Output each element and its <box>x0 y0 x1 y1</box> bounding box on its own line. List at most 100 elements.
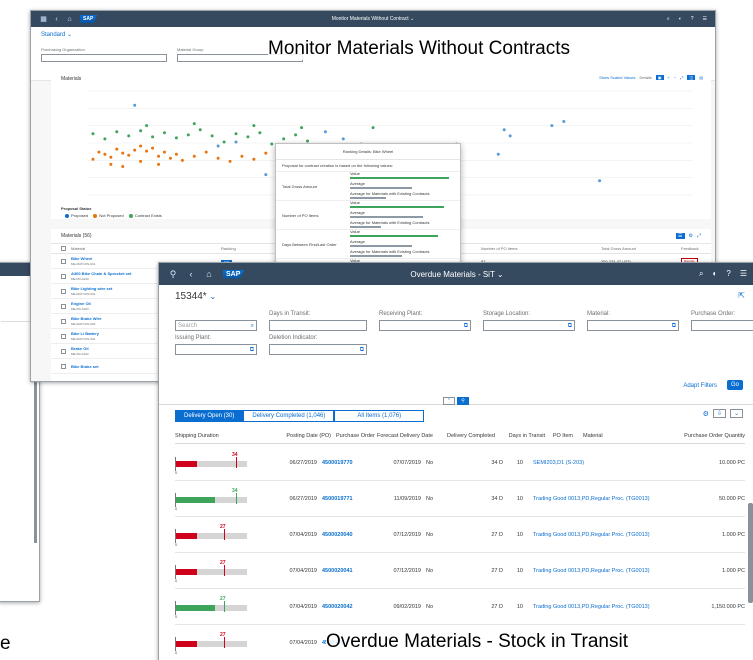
scatter-point-not-proposed[interactable] <box>121 151 125 155</box>
sap-logo[interactable]: SAP <box>80 15 98 23</box>
scatter-point-proposed[interactable] <box>502 128 506 132</box>
value-help-icon[interactable]: ⧉ <box>464 321 468 331</box>
export-icon[interactable]: ⇩ <box>712 409 726 418</box>
scatter-point-not-proposed[interactable] <box>192 154 196 158</box>
variant-selector[interactable]: 15344* ⌄ <box>175 291 745 302</box>
back-icon[interactable]: ‹ <box>52 15 61 24</box>
home-icon[interactable]: ⌂ <box>65 15 74 24</box>
search-icon[interactable]: ⌕ <box>699 269 703 279</box>
scatter-point-not-proposed[interactable] <box>145 149 149 153</box>
scatter-point-proposed[interactable] <box>216 144 220 148</box>
variant-selector[interactable]: Standard ⌄ <box>41 31 705 38</box>
scatter-point-not-proposed[interactable] <box>252 157 256 161</box>
scatter-point-proposed[interactable] <box>562 120 566 124</box>
scatter-point-not-proposed[interactable] <box>121 164 125 168</box>
zoom-out-icon[interactable]: − <box>674 75 676 80</box>
scatter-point-contract[interactable] <box>103 137 107 141</box>
fullscreen-icon[interactable]: ⤢ <box>680 75 683 80</box>
scatter-point-contract[interactable] <box>145 124 149 128</box>
scatter-point-not-proposed[interactable] <box>139 159 143 163</box>
adapt-filters-button[interactable]: Adapt Filters <box>683 383 717 389</box>
table-row[interactable]: 27 0 07/04/2019 4500020042 09/02/2019 No 27 D 1… <box>175 589 745 625</box>
scatter-point-proposed[interactable] <box>234 140 238 144</box>
scatter-point-proposed[interactable] <box>264 173 268 177</box>
scatter-point-not-proposed[interactable] <box>157 154 161 158</box>
material-link[interactable]: Trading Good 0013,PD,Regular Proc. (TG00… <box>523 568 669 574</box>
scatter-point-contract[interactable] <box>246 135 250 139</box>
scatter-point-contract[interactable] <box>115 130 119 134</box>
purchase-order-link[interactable]: 4500020040 <box>317 532 369 538</box>
value-help-icon[interactable]: ⧉ <box>250 345 254 355</box>
search-icon[interactable]: ⌕ <box>667 16 670 22</box>
scatter-point-proposed[interactable] <box>508 134 512 138</box>
app-title[interactable]: Overdue Materials - SiT ⌄ <box>159 270 753 279</box>
settings-icon[interactable]: ⚙ <box>703 410 709 418</box>
issuing-plant-input[interactable]: ⧉ <box>175 344 257 355</box>
scatter-point-not-proposed[interactable] <box>127 153 131 157</box>
user-icon[interactable]: ⚲ <box>167 268 179 280</box>
zoom-in-icon[interactable]: + <box>668 75 670 80</box>
scatter-point-not-proposed[interactable] <box>157 162 161 166</box>
scatter-point-not-proposed[interactable] <box>115 147 119 151</box>
scatter-point-contract[interactable] <box>222 140 226 144</box>
scatter-point-proposed[interactable] <box>496 152 500 156</box>
chart-view-icon[interactable]: ◫ <box>687 75 696 80</box>
help-icon[interactable]: ? <box>691 16 694 22</box>
purchase-order-link[interactable]: 4500020041 <box>317 568 369 574</box>
select-all-checkbox[interactable] <box>61 246 66 251</box>
scatter-point-contract[interactable] <box>192 122 196 126</box>
storage-location-input[interactable]: ⧉ <box>483 320 575 331</box>
row-checkbox[interactable] <box>61 258 66 264</box>
show-scaled-values[interactable]: Show Scaled Values <box>599 75 635 80</box>
sap-logo[interactable]: SAP <box>223 269 245 279</box>
scatter-point-contract[interactable] <box>151 135 155 139</box>
scrollbar[interactable] <box>748 503 753 603</box>
scatter-point-contract[interactable] <box>306 139 310 143</box>
table-row[interactable]: 34 0 06/27/2019 4500019770 07/07/2019 No 34 D 1… <box>175 445 745 481</box>
go-button[interactable]: Go <box>726 380 743 390</box>
scatter-point-contract[interactable] <box>234 132 238 136</box>
scatter-point-contract[interactable] <box>127 134 131 138</box>
scatter-point-contract[interactable] <box>270 142 274 146</box>
scatter-point-proposed[interactable] <box>550 124 554 128</box>
value-help-icon[interactable]: ⧉ <box>568 321 572 331</box>
scatter-point-contract[interactable] <box>210 134 214 138</box>
scatter-point-contract[interactable] <box>186 133 190 137</box>
user-icon[interactable]: ☰ <box>703 16 707 22</box>
notifications-icon[interactable]: ◐ <box>713 269 718 279</box>
scatter-point-contract[interactable] <box>139 129 143 133</box>
tab-delivery-open[interactable]: Delivery Open (30) <box>175 410 244 422</box>
scatter-point-not-proposed[interactable] <box>133 148 137 152</box>
material-link[interactable]: Trading Good 0013,PD,Regular Proc. (TG00… <box>523 532 669 538</box>
scatter-point-not-proposed[interactable] <box>91 157 95 161</box>
row-checkbox[interactable] <box>61 273 66 279</box>
scatter-point-contract[interactable] <box>282 137 286 141</box>
menu-icon[interactable]: ☰ <box>740 269 747 279</box>
scatter-point-proposed[interactable] <box>341 137 345 141</box>
scatter-point-contract[interactable] <box>91 132 95 136</box>
purchase-order-link[interactable]: 4500019771 <box>317 496 369 502</box>
scatter-point-not-proposed[interactable] <box>151 146 155 150</box>
scatter-point-contract[interactable] <box>252 124 256 128</box>
home-icon[interactable]: ⌂ <box>203 268 215 280</box>
export-dropdown-icon[interactable]: ⌄ <box>729 409 743 418</box>
scatter-point-proposed[interactable] <box>133 103 137 107</box>
row-checkbox[interactable] <box>61 303 66 309</box>
days-in-transit-input[interactable] <box>269 320 367 331</box>
row-checkbox[interactable] <box>61 348 66 354</box>
row-checkbox[interactable] <box>61 363 66 369</box>
purchase-order-input[interactable]: ⧉ <box>691 320 753 331</box>
details-button[interactable]: Details <box>640 75 652 80</box>
scatter-point-contract[interactable] <box>174 136 178 140</box>
row-checkbox[interactable] <box>61 333 66 339</box>
table-view-icon[interactable]: ▤ <box>699 75 703 80</box>
scrollbar[interactable] <box>34 363 37 543</box>
scatter-point-not-proposed[interactable] <box>204 150 208 154</box>
material-link[interactable]: Trading Good 0013,PD,Regular Proc. (TG00… <box>523 604 669 610</box>
scatter-point-not-proposed[interactable] <box>228 159 232 163</box>
pin-header-icon[interactable]: ⚲ <box>457 397 469 405</box>
scatter-point-not-proposed[interactable] <box>109 162 113 166</box>
scatter-point-contract[interactable] <box>371 126 375 130</box>
deletion-indicator-input[interactable]: ⧉ <box>269 344 367 355</box>
scatter-point-not-proposed[interactable] <box>180 158 184 162</box>
